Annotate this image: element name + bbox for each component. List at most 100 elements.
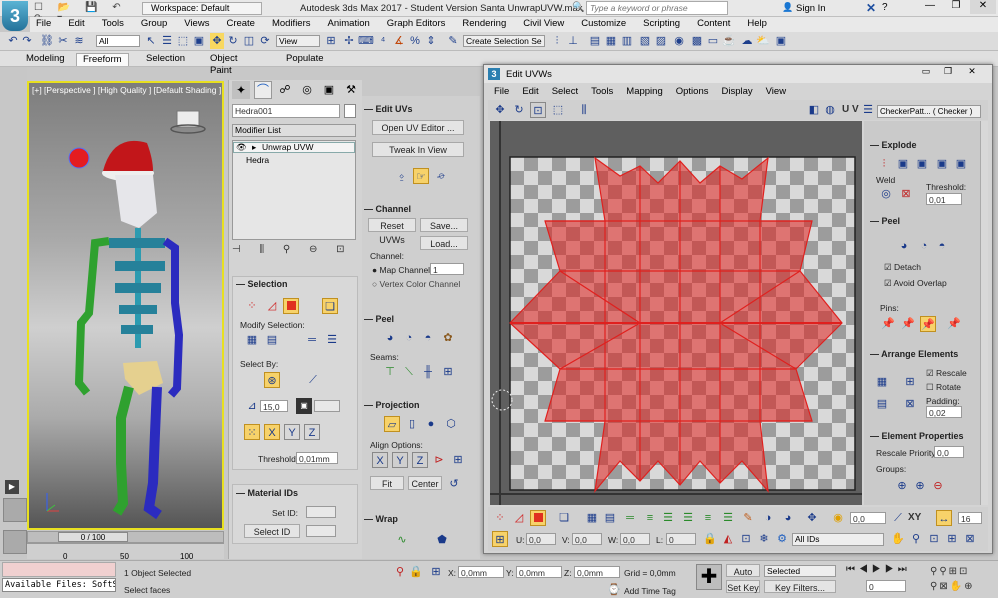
snap-icon[interactable]: ⁴ — [376, 33, 390, 49]
projection-title[interactable]: — Projection — [364, 400, 420, 410]
stack-item-unwrap-uvw[interactable]: 👁 ▸ Unwrap UVW — [233, 142, 355, 153]
curve-editor-icon[interactable]: ▧ — [638, 33, 652, 49]
uv-tool-icon-4[interactable]: ☰ — [720, 510, 736, 526]
select-object-icon[interactable]: ↖ — [144, 33, 158, 49]
uv-hide-icon[interactable]: ⊡ — [738, 531, 754, 547]
select-id-button[interactable]: Select ID — [244, 524, 300, 538]
w-field[interactable]: 0,0 — [620, 533, 650, 545]
uv-zoom-region-icon[interactable]: ⊡ — [926, 531, 942, 547]
current-frame-field[interactable]: 0 — [866, 580, 906, 592]
spline-map-icon[interactable]: ∿ — [394, 532, 410, 548]
stitch-icon[interactable]: ⊠ — [898, 186, 914, 202]
render-icon[interactable]: ☕ — [722, 33, 736, 49]
sign-in-button[interactable]: Sign In — [796, 3, 826, 14]
map-channel-radio[interactable]: ● Map Channel: — [372, 265, 432, 275]
uv-zoom-icon[interactable]: ⚲ — [908, 531, 924, 547]
isolate-icon[interactable]: ⚲ — [392, 564, 408, 580]
spherical-map-icon[interactable]: ● — [423, 416, 439, 432]
uv-rotate-icon[interactable]: ↻ — [511, 102, 527, 118]
planar-angle-field[interactable]: 15,0 — [260, 400, 288, 412]
wrap-title[interactable]: — Wrap — [364, 514, 398, 524]
uv-tool-icon-1[interactable]: ☰ — [660, 510, 676, 526]
add-time-tag[interactable]: Add Time Tag — [624, 586, 676, 596]
absolute-mode-icon[interactable]: ⊞ — [428, 564, 444, 580]
explode-title[interactable]: — Explode — [870, 140, 917, 150]
percent-snap-icon[interactable]: % — [408, 33, 422, 49]
schematic-view-icon[interactable]: ▨ — [654, 33, 668, 49]
motion-tab-icon[interactable]: ◎ — [298, 81, 316, 99]
menu-item-file[interactable]: File — [36, 18, 51, 29]
uv-quick-peel-icon[interactable]: ◕ — [896, 238, 912, 254]
explode-icon-2[interactable]: ▣ — [914, 156, 930, 172]
rotate-icon[interactable]: ↻ — [226, 33, 240, 49]
display-tab-icon[interactable]: ▣ — [320, 81, 338, 99]
uv-reset-peel-icon[interactable]: ◓ — [934, 238, 950, 254]
uv-zoom-selected-icon[interactable]: ⊠ — [962, 531, 978, 547]
mirror-y-icon[interactable]: Y — [284, 424, 300, 440]
uv-zoom-extents-icon[interactable]: ⊞ — [944, 531, 960, 547]
uv-grow-icon[interactable]: ▦ — [584, 510, 600, 526]
vertex-color-radio[interactable]: ○ Vertex Color Channel — [372, 279, 460, 289]
menu-item-graph-editors[interactable]: Graph Editors — [387, 18, 446, 29]
placement-icon[interactable]: ⟳ — [258, 33, 272, 49]
tweak-icon-1[interactable]: ⍚ — [394, 168, 410, 184]
menu-item-content[interactable]: Content — [697, 18, 730, 29]
perspective-viewport[interactable]: [+] [Perspective ] [High Quality ] [Defa… — [27, 81, 224, 530]
cylindrical-map-icon[interactable]: ▯ — [404, 416, 420, 432]
uv-close-button[interactable]: ✕ — [960, 66, 984, 78]
uv-menu-item-options[interactable]: Options — [676, 86, 709, 97]
bind-spacewarp-icon[interactable]: ≋ — [72, 33, 86, 49]
channel-title[interactable]: — Channel — [364, 204, 411, 214]
restore-button[interactable]: ❐ — [944, 0, 968, 14]
edge-select-icon[interactable]: ◿ — [264, 298, 280, 314]
mirror-icon[interactable]: ⫶ — [550, 33, 564, 49]
ribbon-tab-freeform[interactable]: Freeform — [76, 53, 129, 66]
maxscript-listener[interactable]: Available Files: SoftS — [2, 578, 116, 592]
l-field[interactable]: 0 — [666, 533, 696, 545]
key-selection-dropdown[interactable]: Selected — [764, 565, 836, 577]
angle-snap-icon[interactable]: ∡ — [392, 33, 406, 49]
planar-map-icon[interactable]: ▱ — [384, 416, 400, 432]
weld-threshold-field[interactable]: 0,01 — [926, 193, 962, 205]
select-id-field[interactable] — [306, 525, 336, 537]
viewport-nav-controls[interactable]: ⚲⚲⊞⊡ ⚲⊠✋⊕ — [930, 564, 996, 594]
xy-toggle[interactable]: XY — [908, 512, 921, 523]
explode-icon-4[interactable]: ▣ — [953, 156, 969, 172]
uv-lock-selection-icon[interactable]: 🔒 — [702, 531, 718, 547]
uv-menu-item-mapping[interactable]: Mapping — [626, 86, 662, 97]
uv-filter-icon[interactable]: ◭ — [720, 531, 736, 547]
user-icon[interactable]: 👤 — [782, 2, 793, 13]
time-tag-icon[interactable]: ⌚ — [606, 582, 622, 598]
select-by-smoothing-icon[interactable]: ▣ — [296, 398, 312, 414]
edit-uvs-title[interactable]: — Edit UVs — [364, 104, 413, 114]
pack-apart-icon[interactable]: ⊠ — [902, 396, 918, 412]
uv-freeform-icon[interactable]: ⬚ — [550, 102, 566, 118]
element-select-icon[interactable]: ❏ — [322, 298, 338, 314]
align-to-view-icon[interactable]: ⊞ — [450, 452, 466, 468]
group-select-icon[interactable]: ⊕ — [894, 478, 910, 494]
utilities-tab-icon[interactable]: ⚒ — [342, 81, 360, 99]
ribbon-tab-populate[interactable]: Populate — [280, 53, 330, 66]
break-icon[interactable]: ⫶ — [876, 156, 892, 172]
expand-icon[interactable]: ▸ — [252, 143, 256, 152]
uv-options-icon[interactable]: ☰ — [860, 102, 876, 118]
time-slider-thumb[interactable]: 0 / 100 — [58, 532, 128, 542]
toggle-ribbon-icon[interactable]: ▦ — [604, 33, 618, 49]
modifier-list-dropdown[interactable]: Modifier List — [232, 124, 356, 137]
uv-menu-item-display[interactable]: Display — [721, 86, 752, 97]
pin-icon-4[interactable]: 📌 — [946, 316, 962, 332]
align-z-icon[interactable]: Z — [412, 452, 428, 468]
render-setup-icon[interactable]: ▩ — [690, 33, 704, 49]
window-crossing-icon[interactable]: ▣ — [192, 33, 206, 49]
pelt-map-icon[interactable]: ✿ — [440, 330, 456, 346]
menu-item-create[interactable]: Create — [226, 18, 255, 29]
shrink-selection-icon[interactable]: ▤ — [264, 332, 280, 348]
group-add-icon[interactable]: ⊕ — [912, 478, 928, 494]
set-key-mode-icon[interactable]: ✚ — [696, 564, 722, 590]
uv-edge-icon[interactable]: ◿ — [511, 510, 527, 526]
map-channel-field[interactable]: 1 — [430, 263, 464, 275]
uv-peel-mode-icon[interactable]: ◔ — [916, 238, 932, 254]
pin-icon-1[interactable]: 📌 — [880, 316, 896, 332]
object-color-swatch[interactable] — [344, 104, 356, 118]
uv-globe-icon[interactable]: ◍ — [822, 102, 838, 118]
